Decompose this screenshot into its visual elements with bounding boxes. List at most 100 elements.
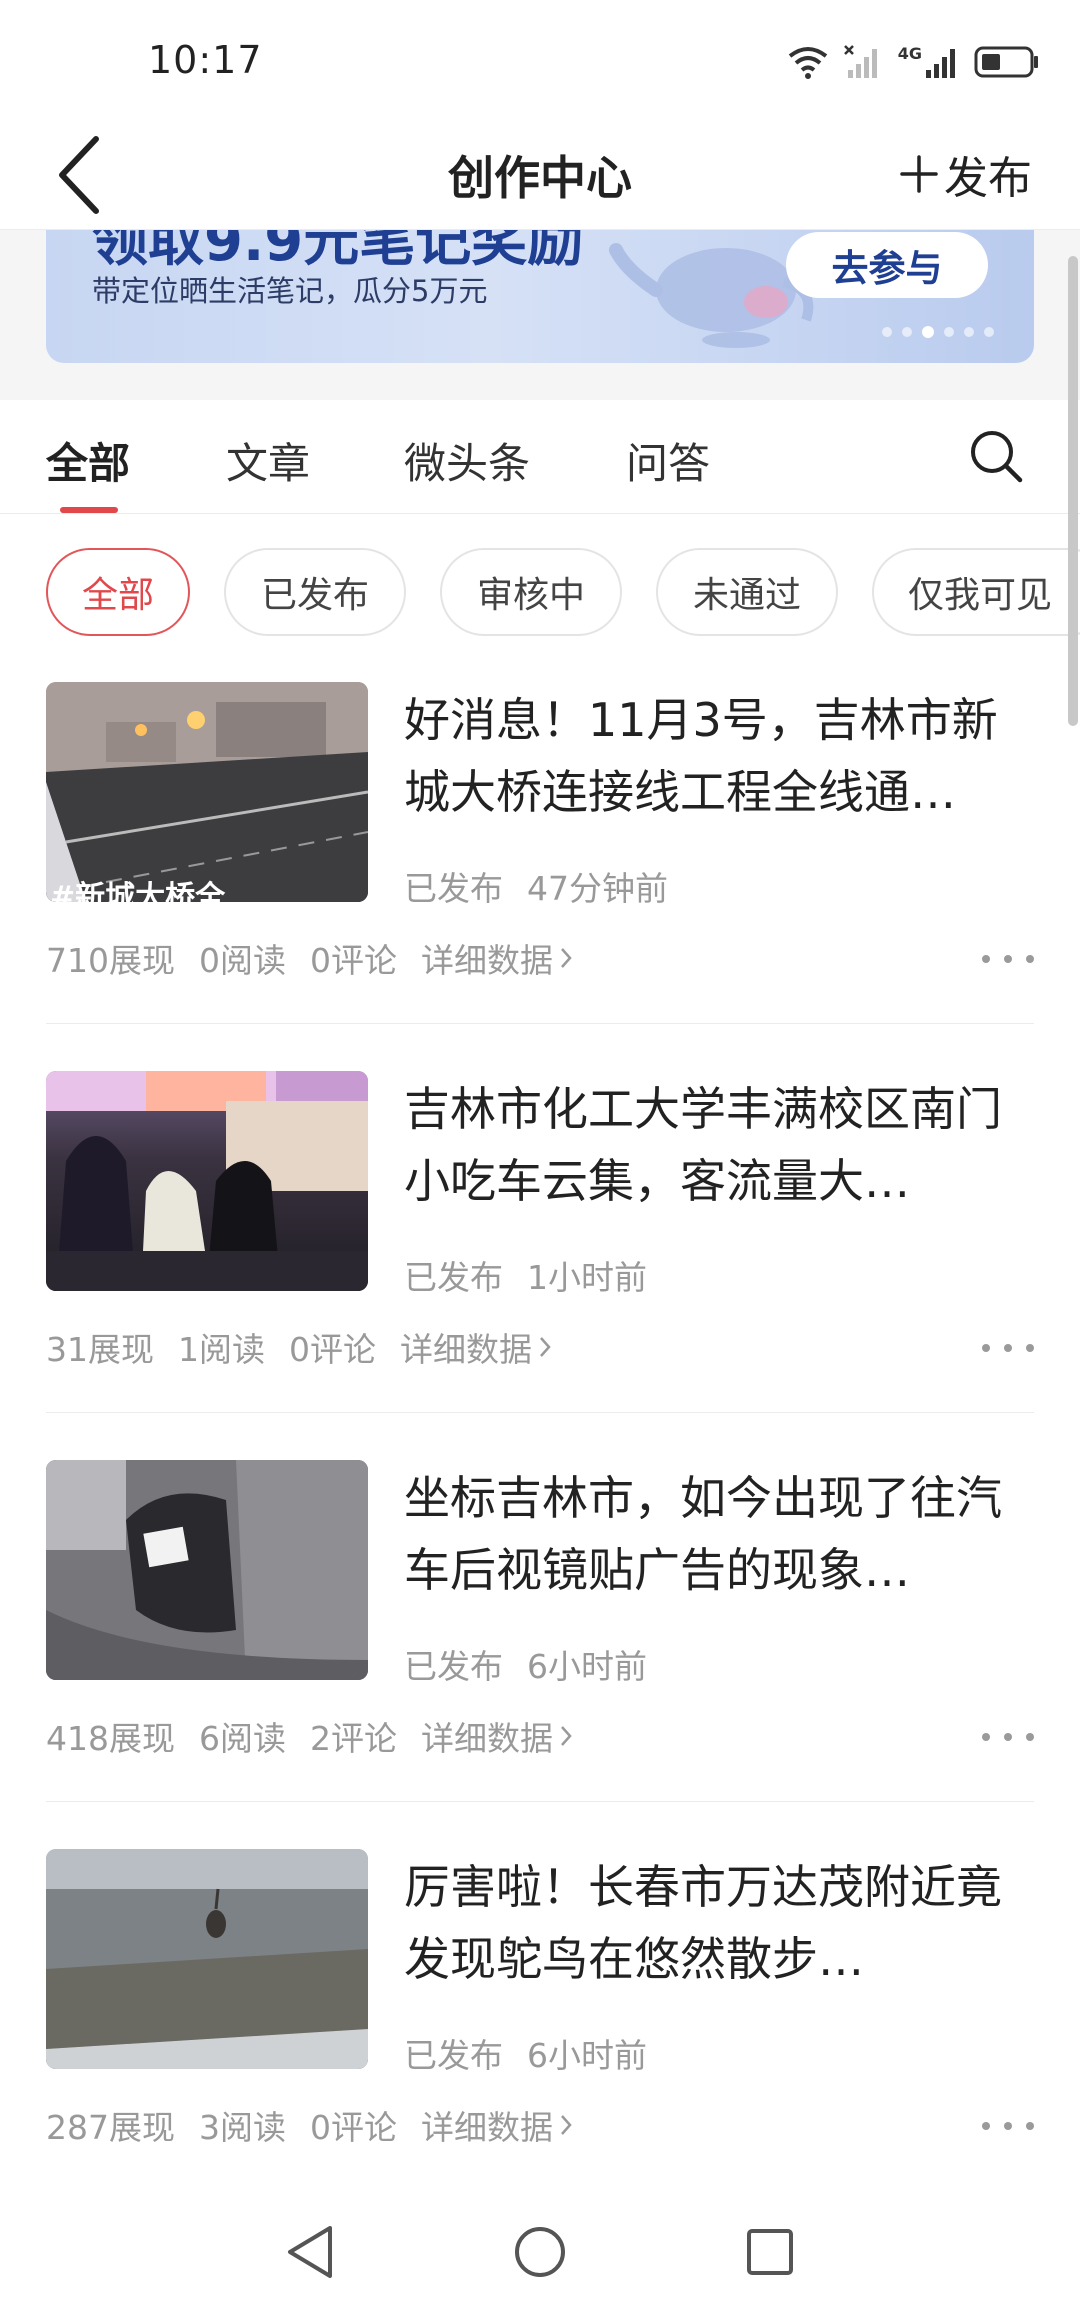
divider	[46, 1801, 1034, 1802]
nav-recents-button[interactable]	[730, 2212, 810, 2292]
filter-all[interactable]: 全部	[46, 548, 190, 636]
filter-reviewing[interactable]: 审核中	[440, 548, 622, 636]
article-thumbnail[interactable]: #新城大桥全	[46, 682, 368, 902]
article-item[interactable]: #新城大桥全 好消息！11月3号，吉林市新城大桥连接线工程全线通… 已发布 47…	[0, 682, 1080, 1070]
detail-data-label: 详细数据	[400, 1330, 532, 1369]
impressions-count: 31展现	[46, 1330, 154, 1369]
banner-dot	[984, 327, 994, 337]
more-options-button[interactable]	[982, 944, 1034, 974]
detail-data-link[interactable]: 详细数据	[421, 2101, 573, 2149]
banner-area: 领取9.9元笔记奖励 带定位晒生活笔记，瓜分5万元 去参与	[0, 230, 1080, 400]
status-filter-chips: 全部 已发布 审核中 未通过 仅我可见	[0, 548, 1080, 638]
top-app-bar: 创作中心 发布	[0, 120, 1080, 230]
comments-count: 2评论	[310, 1719, 397, 1758]
search-button[interactable]	[964, 424, 1028, 488]
article-time: 6小时前	[527, 1647, 647, 1686]
signal-icon	[926, 49, 955, 78]
publish-label: 发布	[944, 153, 1032, 204]
comments-count: 0评论	[310, 2108, 397, 2147]
battery-icon	[974, 46, 1038, 78]
more-options-button[interactable]	[982, 2111, 1034, 2141]
article-title[interactable]: 厉害啦！长春市万达茂附近竟发现鸵鸟在悠然散步…	[404, 1851, 1034, 1995]
article-title[interactable]: 吉林市化工大学丰满校区南门小吃车云集，客流量大…	[404, 1073, 1034, 1217]
reads-count: 0阅读	[199, 941, 286, 980]
article-title[interactable]: 好消息！11月3号，吉林市新城大桥连接线工程全线通…	[404, 684, 1034, 828]
article-thumbnail[interactable]	[46, 1071, 368, 1291]
detail-data-label: 详细数据	[421, 941, 553, 980]
filter-rejected[interactable]: 未通过	[656, 548, 838, 636]
article-thumbnail[interactable]	[46, 1849, 368, 2069]
article-item[interactable]: 厉害啦！长春市万达茂附近竟发现鸵鸟在悠然散步… 已发布 6小时前 287展现 3…	[0, 1849, 1080, 2237]
triangle-back-icon	[288, 2226, 332, 2278]
banner-subtitle: 带定位晒生活笔记，瓜分5万元	[92, 274, 488, 308]
system-navigation-bar	[0, 2190, 1080, 2310]
reads-count: 1阅读	[178, 1330, 265, 1369]
article-status: 已发布	[404, 1647, 503, 1686]
chevron-right-icon	[561, 2115, 572, 2135]
tab-articles[interactable]: 文章	[226, 430, 310, 491]
thumbnail-caption: #新城大桥全	[50, 880, 226, 902]
comments-count: 0评论	[289, 1330, 376, 1369]
article-item[interactable]: 吉林市化工大学丰满校区南门小吃车云集，客流量大… 已发布 1小时前 31展现 1…	[0, 1071, 1080, 1459]
article-thumbnail[interactable]	[46, 1460, 368, 1680]
street-food-photo	[46, 1071, 368, 1291]
chevron-right-icon	[561, 1726, 572, 1746]
detail-data-label: 详细数据	[421, 1719, 553, 1758]
scrollbar[interactable]	[1068, 256, 1078, 726]
signal-no-sim-icon	[843, 45, 877, 78]
detail-data-link[interactable]: 详细数据	[421, 1712, 573, 1760]
detail-data-label: 详细数据	[421, 2108, 553, 2147]
nav-back-button[interactable]	[270, 2212, 350, 2292]
status-time: 10:17	[148, 38, 263, 82]
banner-pagination	[882, 326, 994, 338]
filter-private[interactable]: 仅我可见	[872, 548, 1080, 636]
more-options-button[interactable]	[982, 1722, 1034, 1752]
banner-dot	[944, 327, 954, 337]
article-stats: 31展现 1阅读 0评论 详细数据	[46, 1323, 552, 1371]
banner-join-button[interactable]: 去参与	[786, 232, 988, 298]
article-time: 47分钟前	[527, 869, 668, 908]
active-tab-indicator	[60, 507, 118, 513]
detail-data-link[interactable]: 详细数据	[400, 1323, 552, 1371]
article-title[interactable]: 坐标吉林市，如今出现了往汽车后视镜贴广告的现象…	[404, 1462, 1034, 1606]
impressions-count: 287展现	[46, 2108, 175, 2147]
wifi-icon	[788, 47, 827, 79]
article-status: 已发布	[404, 1258, 503, 1297]
article-item[interactable]: 坐标吉林市，如今出现了往汽车后视镜贴广告的现象… 已发布 6小时前 418展现 …	[0, 1460, 1080, 1848]
detail-data-link[interactable]: 详细数据	[421, 934, 573, 982]
chevron-right-icon	[540, 1337, 551, 1357]
publish-button[interactable]: 发布	[900, 142, 1032, 206]
car-mirror-photo	[46, 1460, 368, 1680]
article-status: 已发布	[404, 869, 503, 908]
banner-dot	[902, 327, 912, 337]
more-options-button[interactable]	[982, 1333, 1034, 1363]
reads-count: 3阅读	[199, 2108, 286, 2147]
article-meta: 已发布 6小时前	[404, 2029, 647, 2077]
promo-banner[interactable]: 领取9.9元笔记奖励 带定位晒生活笔记，瓜分5万元 去参与	[46, 230, 1034, 363]
article-stats: 710展现 0阅读 0评论 详细数据	[46, 934, 573, 982]
network-type-label: 4G	[897, 43, 922, 63]
banner-dot	[964, 327, 974, 337]
reads-count: 6阅读	[199, 1719, 286, 1758]
article-time: 6小时前	[527, 2036, 647, 2075]
plus-icon	[900, 155, 938, 193]
road-photo	[46, 682, 368, 902]
impressions-count: 418展现	[46, 1719, 175, 1758]
tab-qa[interactable]: 问答	[626, 430, 710, 491]
nav-home-button[interactable]	[500, 2212, 580, 2292]
ostrich-photo	[46, 1849, 368, 2069]
tab-micro-posts[interactable]: 微头条	[404, 430, 530, 491]
circle-home-icon	[515, 2227, 565, 2277]
comments-count: 0评论	[310, 941, 397, 980]
article-meta: 已发布 47分钟前	[404, 862, 668, 910]
article-meta: 已发布 1小时前	[404, 1251, 647, 1299]
divider	[46, 1023, 1034, 1024]
banner-dot-active	[922, 326, 934, 338]
filter-published[interactable]: 已发布	[224, 548, 406, 636]
article-stats: 418展现 6阅读 2评论 详细数据	[46, 1712, 573, 1760]
square-recents-icon	[747, 2229, 793, 2275]
article-stats: 287展现 3阅读 0评论 详细数据	[46, 2101, 573, 2149]
impressions-count: 710展现	[46, 941, 175, 980]
tab-all[interactable]: 全部	[46, 430, 130, 491]
content-type-tabs: 全部 文章 微头条 问答	[0, 400, 1080, 514]
